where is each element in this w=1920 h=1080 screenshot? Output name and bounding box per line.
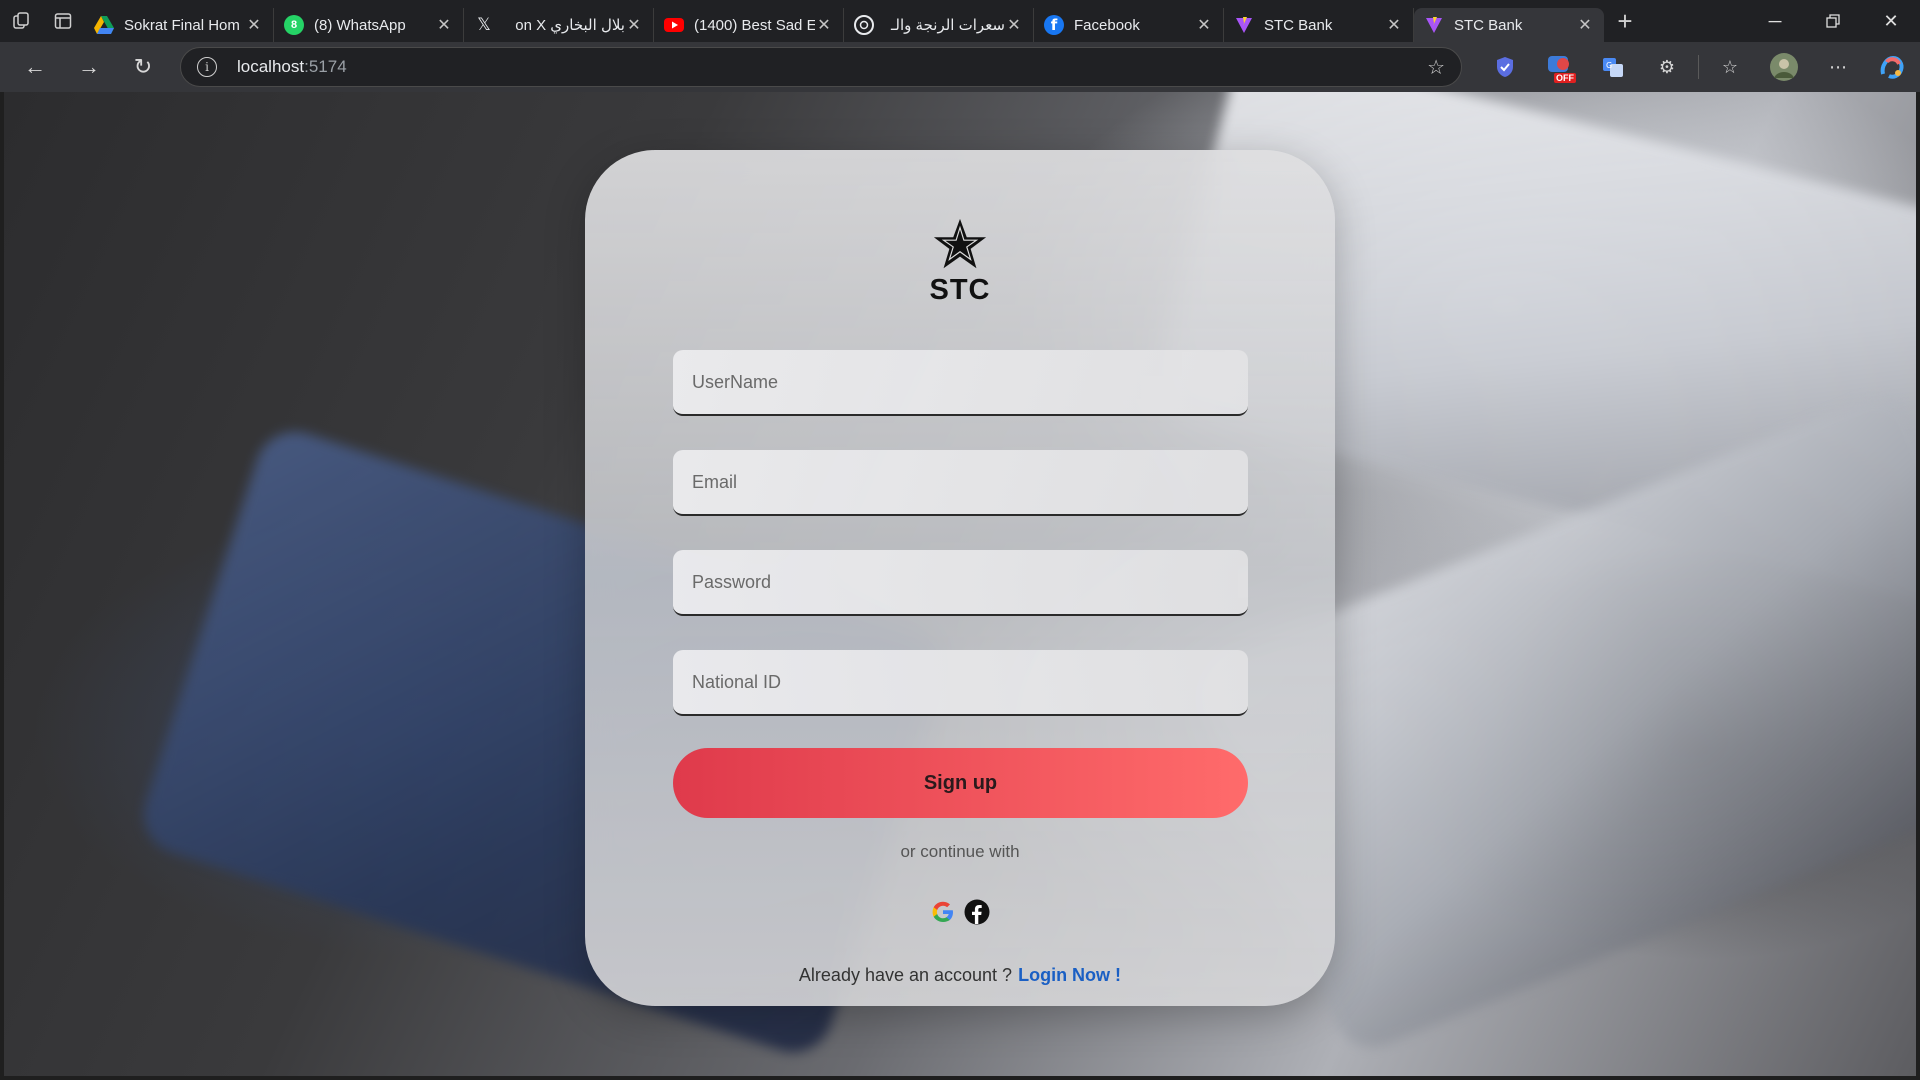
more-menu-icon[interactable]: ⋯ (1821, 50, 1855, 84)
facebook-icon: f (1044, 15, 1064, 35)
login-prompt: Already have an account ? Login Now ! (585, 965, 1335, 986)
whatsapp-icon: 8 (284, 15, 304, 35)
chatgpt-icon (854, 15, 874, 35)
favorites-icon[interactable]: ☆ (1713, 50, 1747, 84)
page-viewport: STC Sign up or continue with Already hav… (4, 92, 1916, 1076)
stc-logo: STC (585, 216, 1335, 307)
restore-icon[interactable] (1804, 0, 1862, 42)
youtube-icon (664, 15, 684, 35)
tab-title: Sokrat Final Hom (124, 16, 240, 34)
profile-avatar-icon[interactable] (1767, 50, 1801, 84)
info-icon[interactable]: i (197, 57, 217, 77)
close-tab-icon[interactable]: ✕ (1576, 15, 1594, 35)
google-drive-icon (94, 15, 114, 35)
extensions-area: OFF G ⚙ ☆ ⋯ (1478, 42, 1919, 92)
password-input[interactable] (673, 550, 1248, 616)
shield-icon[interactable] (1488, 50, 1522, 84)
tab-chatgpt[interactable]: سعرات الرنجة والـ ✕ (844, 8, 1034, 42)
tab-whatsapp[interactable]: 8 (8) WhatsApp ✕ (274, 8, 464, 42)
star-logo-icon (933, 218, 987, 269)
reload-icon[interactable]: ↻ (116, 42, 170, 92)
tab-youtube[interactable]: (1400) Best Sad E ✕ (654, 8, 844, 42)
puzzle-extensions-icon[interactable]: ⚙ (1650, 50, 1684, 84)
address-bar[interactable]: i localhost:5174 ☆ (180, 47, 1462, 87)
minimize-icon[interactable]: ─ (1746, 0, 1804, 42)
tab-actions-icon[interactable] (42, 0, 84, 42)
close-tab-icon[interactable]: ✕ (1195, 15, 1213, 35)
brand-name: STC (929, 274, 991, 306)
tab-x[interactable]: 𝕏 بلال البخاري on X ✕ (464, 8, 654, 42)
url-text[interactable]: localhost:5174 (237, 57, 347, 77)
toolbar-divider (1698, 55, 1699, 79)
close-tab-icon[interactable]: ✕ (1385, 15, 1403, 35)
new-tab-icon[interactable]: + (1604, 0, 1646, 42)
tab-google-drive[interactable]: Sokrat Final Hom ✕ (84, 8, 274, 42)
extension-off-badge: OFF (1554, 73, 1576, 83)
tab-title: Facebook (1074, 16, 1140, 34)
browser-tabstrip: Sokrat Final Hom ✕ 8 (8) WhatsApp ✕ 𝕏 بل… (0, 0, 1920, 42)
close-tab-icon[interactable]: ✕ (815, 15, 833, 35)
login-now-link[interactable]: Login Now ! (1018, 965, 1121, 985)
tab-title: (1400) Best Sad E (694, 16, 815, 34)
username-input[interactable] (673, 350, 1248, 416)
continue-with-text: or continue with (900, 842, 1020, 861)
svg-text:G: G (1606, 61, 1612, 70)
signup-card: STC Sign up or continue with Already hav… (585, 150, 1335, 1006)
x-icon: 𝕏 (477, 15, 491, 34)
tab-title: سعرات الرنجة والـ (891, 17, 1005, 34)
close-window-icon[interactable]: ✕ (1862, 0, 1920, 42)
email-input[interactable] (673, 450, 1248, 516)
vite-icon (1424, 15, 1444, 35)
browser-toolbar: ← → ↻ i localhost:5174 ☆ OFF G ⚙ ☆ ⋯ (0, 42, 1920, 92)
copilot-icon[interactable] (1875, 50, 1909, 84)
adblock-extension-icon[interactable]: OFF (1542, 50, 1576, 84)
bookmark-star-icon[interactable]: ☆ (1427, 55, 1445, 80)
close-tab-icon[interactable]: ✕ (625, 15, 643, 35)
translate-icon[interactable]: G (1596, 50, 1630, 84)
tab-facebook[interactable]: f Facebook ✕ (1034, 8, 1224, 42)
close-tab-icon[interactable]: ✕ (1005, 15, 1023, 35)
whatsapp-badge: 8 (290, 19, 298, 31)
window-controls: ─ ✕ (1746, 0, 1920, 42)
tab-title: (8) WhatsApp (314, 16, 406, 34)
national-id-input[interactable] (673, 650, 1248, 716)
social-login-row (585, 898, 1335, 926)
workspaces-icon[interactable] (0, 0, 42, 42)
tab-stc-bank[interactable]: STC Bank ✕ (1224, 8, 1414, 42)
close-tab-icon[interactable]: ✕ (435, 15, 453, 35)
vite-icon (1234, 15, 1254, 35)
signup-button[interactable]: Sign up (673, 748, 1248, 818)
have-account-text: Already have an account ? (798, 965, 1013, 985)
tab-title: STC Bank (1454, 16, 1523, 34)
forward-arrow-icon[interactable]: → (62, 42, 116, 92)
tab-title: STC Bank (1264, 16, 1333, 34)
google-icon[interactable] (929, 898, 957, 926)
facebook-icon[interactable] (963, 898, 991, 926)
tab-title: بلال البخاري on X (515, 17, 625, 34)
url-port: :5174 (304, 57, 347, 76)
tab-stc-bank-active[interactable]: STC Bank ✕ (1414, 8, 1604, 42)
back-arrow-icon[interactable]: ← (8, 42, 62, 92)
url-host: localhost (237, 57, 305, 76)
close-tab-icon[interactable]: ✕ (245, 15, 263, 35)
